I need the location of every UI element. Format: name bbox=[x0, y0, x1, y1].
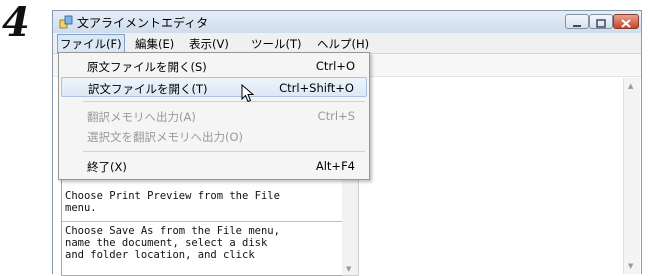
right-scrollbar[interactable]: ▲ ▼ bbox=[623, 78, 640, 274]
menu-bar: ファイル(F) 編集(E) 表示(V) ツール(T) ヘルプ(H) bbox=[53, 33, 641, 54]
menu-item-open-source[interactable]: 原文ファイルを開く(S) Ctrl+O bbox=[61, 56, 367, 76]
scroll-down-icon[interactable]: ▼ bbox=[346, 265, 351, 273]
menu-item-open-target[interactable]: 訳文ファイルを開く(T) Ctrl+Shift+O bbox=[61, 77, 367, 97]
maximize-icon bbox=[596, 19, 606, 28]
close-icon bbox=[621, 19, 631, 28]
menu-item-label: 選択文を翻訳メモリへ出力(O) bbox=[87, 130, 244, 144]
menu-separator bbox=[83, 101, 365, 102]
minimize-icon bbox=[573, 25, 581, 27]
window-title: 文アライメントエディタ bbox=[77, 16, 209, 30]
step-number: 4 bbox=[2, 0, 30, 46]
menu-item-label: 訳文ファイルを開く(T) bbox=[88, 82, 208, 96]
menu-item-shortcut: Ctrl+O bbox=[315, 59, 355, 73]
menu-help[interactable]: ヘルプ(H) bbox=[317, 36, 369, 52]
menu-view[interactable]: 表示(V) bbox=[189, 36, 229, 52]
menu-file[interactable]: ファイル(F) bbox=[57, 34, 125, 54]
maximize-button[interactable] bbox=[589, 14, 613, 29]
scroll-up-icon[interactable]: ▲ bbox=[628, 82, 633, 90]
menu-item-shortcut: Ctrl+S bbox=[317, 109, 355, 123]
close-button[interactable] bbox=[613, 14, 639, 29]
menu-item-label: 終了(X) bbox=[87, 160, 127, 174]
menu-item-shortcut: Alt+F4 bbox=[315, 159, 355, 173]
menu-item-export-selected-tm[interactable]: 選択文を翻訳メモリへ出力(O) bbox=[61, 126, 367, 146]
minimize-button[interactable] bbox=[565, 14, 589, 29]
menu-item-shortcut: Ctrl+Shift+O bbox=[279, 81, 354, 95]
mouse-cursor-icon bbox=[241, 84, 255, 103]
scroll-down-icon[interactable]: ▼ bbox=[628, 262, 633, 270]
menu-tools[interactable]: ツール(T) bbox=[251, 36, 302, 52]
menu-item-exit[interactable]: 終了(X) Alt+F4 bbox=[61, 156, 367, 176]
menu-item-export-tm[interactable]: 翻訳メモリへ出力(A) Ctrl+S bbox=[61, 106, 367, 126]
app-icon bbox=[59, 15, 73, 29]
menu-item-label: 翻訳メモリへ出力(A) bbox=[87, 110, 196, 124]
menu-edit[interactable]: 編集(E) bbox=[135, 36, 174, 52]
file-menu-dropdown: 原文ファイルを開く(S) Ctrl+O 訳文ファイルを開く(T) Ctrl+Sh… bbox=[58, 52, 370, 180]
segment-2[interactable]: Choose Save As from the File menu, name … bbox=[62, 225, 350, 275]
title-bar: 文アライメントエディタ bbox=[53, 11, 641, 33]
menu-item-label: 原文ファイルを開く(S) bbox=[87, 60, 207, 74]
segment-1[interactable]: Choose Print Preview from the File menu. bbox=[62, 190, 350, 222]
menu-separator bbox=[83, 151, 365, 152]
